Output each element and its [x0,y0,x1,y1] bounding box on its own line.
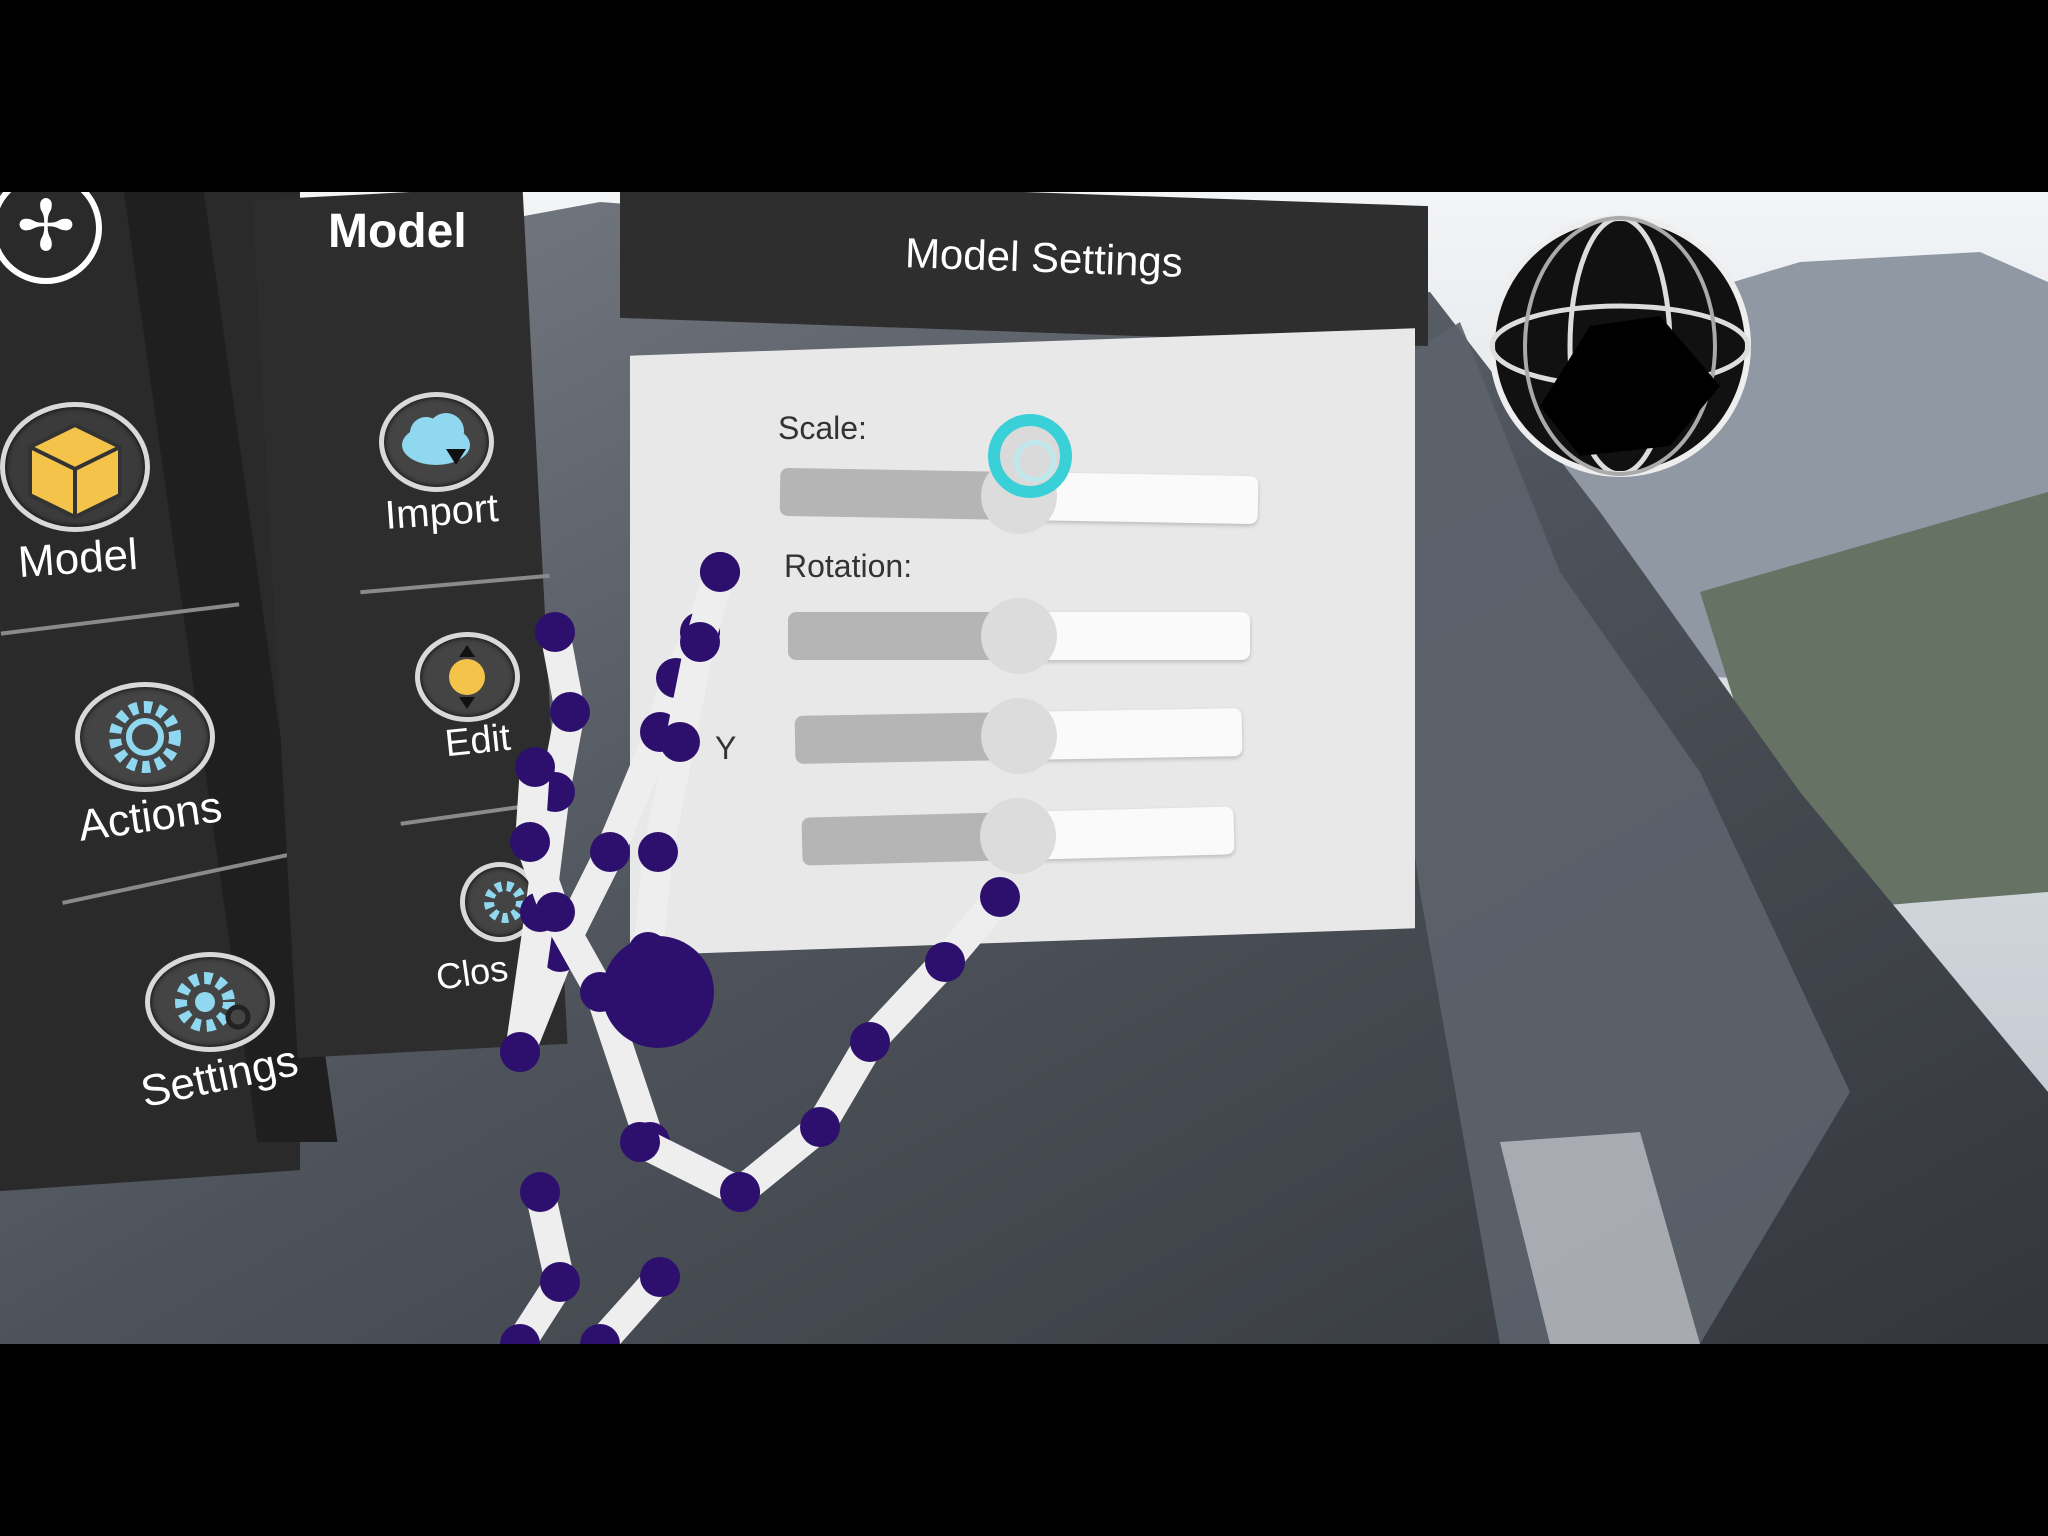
hand-joint [550,692,590,732]
hand-joint [500,1032,540,1072]
hand-joint [925,942,965,982]
hand-joint [535,892,575,932]
hand-joint [800,1107,840,1147]
hand-joint [535,612,575,652]
hand-joint [680,622,720,662]
tracked-hand [500,552,1020,1344]
hand-joint [640,1257,680,1297]
hand-joint [515,747,555,787]
hand-joint [850,1022,890,1062]
hand-joint [638,832,678,872]
hand-palm [602,936,714,1048]
hand-joint [700,552,740,592]
hand-joint [590,832,630,872]
hand-joint [660,722,700,762]
hand-joint [980,877,1020,917]
hand-joint [620,1122,660,1162]
hand-joint [520,1172,560,1212]
hand-joint [540,1262,580,1302]
hand-joint [720,1172,760,1212]
hand-joint [510,822,550,862]
vr-scene: ✢ Model Actions Settings Model Import Ed… [0,192,2048,1344]
hand-bone [505,897,555,1067]
